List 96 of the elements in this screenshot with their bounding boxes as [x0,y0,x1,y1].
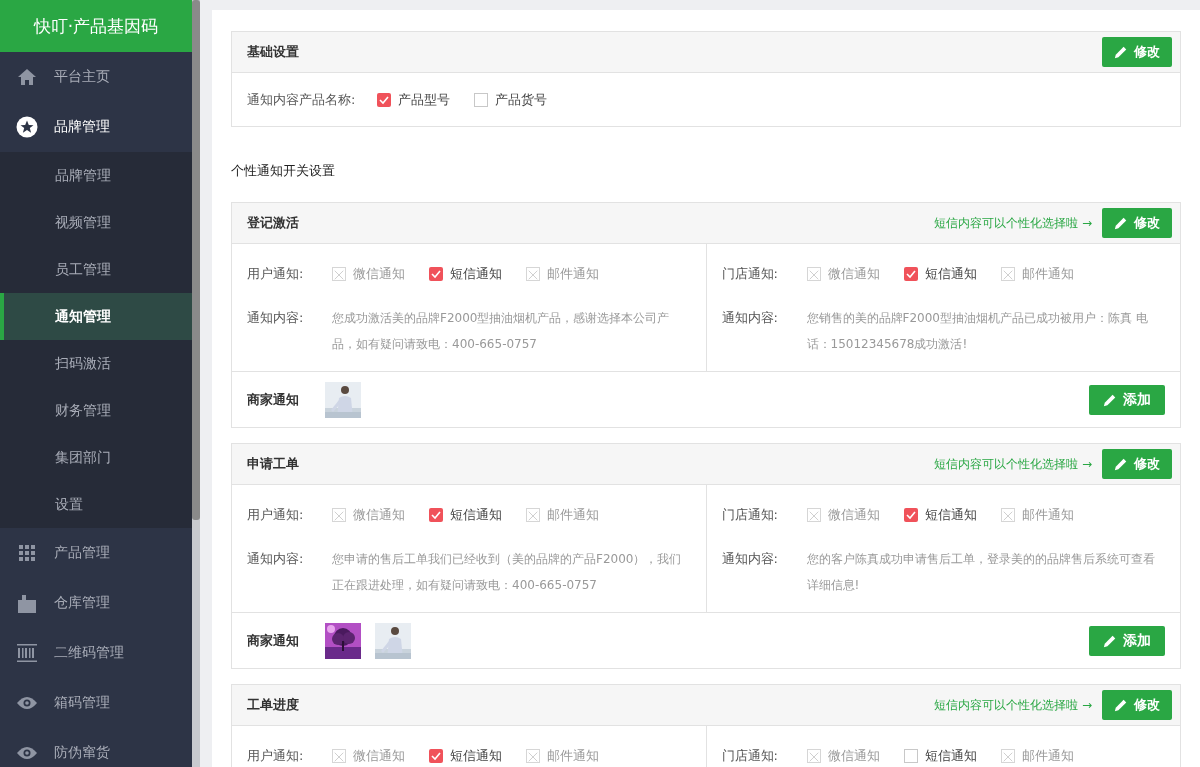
nav-item[interactable]: 防伪窜货 [0,728,192,767]
field-label: 用户通知: [247,265,305,283]
checkbox[interactable] [377,92,392,107]
nav-item[interactable]: 品牌管理 [0,102,192,152]
field-label: 通知内容: [721,550,779,568]
field-label: 商家通知 [247,390,299,409]
field-label: 通知内容: [721,309,779,327]
nav-label: 防伪窜货 [54,744,110,762]
barcode-icon [17,644,37,662]
checkbox[interactable] [429,508,443,522]
section-title: 基础设置 [247,43,299,61]
checkbox-label: 短信通知 [924,506,977,524]
edit-button[interactable]: 修改 [1102,690,1172,720]
hint-link[interactable]: 短信内容可以个性化选择啦 → [934,214,1092,232]
nav-item[interactable]: 仓库管理 [0,578,192,628]
checkbox-label: 微信通知 [353,506,405,524]
field-label: 用户通知: [247,506,305,524]
submenu-item[interactable]: 员工管理 [0,246,192,293]
checkbox-label: 产品型号 [398,90,451,109]
field-label: 通知内容: [247,550,305,568]
checkbox-label: 邮件通知 [547,506,599,524]
submenu-item[interactable]: 财务管理 [0,387,192,434]
eye-icon [16,746,38,760]
notification-text: 您申请的售后工单我们已经收到（美的品牌的产品F2000），我们正在跟进处理，如有疑问请致电：400-665-0757 [332,551,683,594]
checkbox[interactable] [429,749,443,763]
pencil-icon [1114,216,1128,230]
field-label: 门店通知: [721,265,779,283]
notification-text: 您的客户陈真成功申请售后工单，登录美的的品牌售后系统可查看详细信息! [806,551,1156,594]
field-label: 用户通知: [247,747,305,765]
hint-link[interactable]: 短信内容可以个性化选择啦 → [934,696,1092,714]
checkbox-label: 邮件通知 [547,747,599,765]
nav-item[interactable]: 箱码管理 [0,678,192,728]
checkbox-label: 微信通知 [353,747,405,765]
checkbox-label: 微信通知 [827,747,880,765]
notification-text: 您销售的美的品牌F2000型抽油烟机产品已成功被用户：陈真 电话：15012345678成功激活! [806,310,1149,353]
nav-label: 产品管理 [54,544,110,562]
nav-label: 平台主页 [54,68,110,86]
field-label: 通知内容: [247,309,305,327]
checkbox[interactable] [903,267,918,281]
checkbox[interactable] [903,508,918,522]
edit-button[interactable]: 修改 [1102,37,1172,67]
section-heading: 个性通知开关设置 [231,162,336,180]
field-label: 通知内容产品名称: [247,90,356,109]
checkbox-label: 微信通知 [353,265,405,283]
checkbox-label: 邮件通知 [1021,506,1074,524]
pencil-icon [1103,392,1117,407]
pencil-icon [1114,45,1128,59]
app-logo: 快叮·产品基因码 [0,0,192,52]
checkbox-label: 邮件通知 [1021,747,1074,765]
checkbox-label: 短信通知 [450,506,502,524]
nav-label: 二维码管理 [54,644,124,662]
submenu-item[interactable]: 通知管理 [0,293,192,340]
submenu-item[interactable]: 扫码激活 [0,340,192,387]
field-label: 门店通知: [721,747,779,765]
checkbox-label: 微信通知 [827,265,880,283]
checkbox-label: 邮件通知 [1021,265,1074,283]
nav-item[interactable]: 平台主页 [0,52,192,102]
checkbox-label: 短信通知 [450,265,502,283]
add-button[interactable]: 添加 [1089,384,1165,415]
checkbox[interactable] [429,267,443,281]
edit-button[interactable]: 修改 [1102,449,1172,479]
nav-label: 箱码管理 [54,694,110,712]
section-title: 登记激活 [247,214,299,232]
checkbox[interactable] [903,749,918,763]
add-button[interactable]: 添加 [1089,625,1165,656]
field-label: 门店通知: [721,506,779,524]
home-icon [17,68,37,86]
checkbox-label: 产品货号 [495,90,548,109]
pencil-icon [1114,457,1128,471]
checkbox-label: 短信通知 [924,747,977,765]
submenu-item[interactable]: 视频管理 [0,199,192,246]
notification-text: 您成功激活美的品牌F2000型抽油烟机产品，感谢选择本公司产品，如有疑问请致电：400-665-0757 [332,310,671,353]
checkbox[interactable] [474,92,489,107]
submenu-item[interactable]: 品牌管理 [0,152,192,199]
nav-label: 品牌管理 [54,118,110,136]
nav-item[interactable]: 二维码管理 [0,628,192,678]
submenu-item[interactable]: 集团部门 [0,434,192,481]
pencil-icon [1114,698,1128,712]
nav-item[interactable]: 产品管理 [0,528,192,578]
field-label: 商家通知 [247,631,299,650]
edit-button[interactable]: 修改 [1102,208,1172,238]
scrollbar[interactable] [192,0,200,767]
scrollbar-thumb[interactable] [192,0,200,520]
submenu-item[interactable]: 设置 [0,481,192,528]
nav-label: 仓库管理 [54,594,110,612]
checkbox-label: 短信通知 [450,747,502,765]
building-icon [18,593,36,613]
grid-icon [19,545,35,561]
eye-icon [16,696,38,710]
checkbox-label: 短信通知 [924,265,977,283]
checkbox-label: 微信通知 [827,506,880,524]
pencil-icon [1103,633,1117,648]
section-title: 申请工单 [247,455,299,473]
hint-link[interactable]: 短信内容可以个性化选择啦 → [934,455,1092,473]
section-title: 工单进度 [247,696,299,714]
checkbox-label: 邮件通知 [547,265,599,283]
